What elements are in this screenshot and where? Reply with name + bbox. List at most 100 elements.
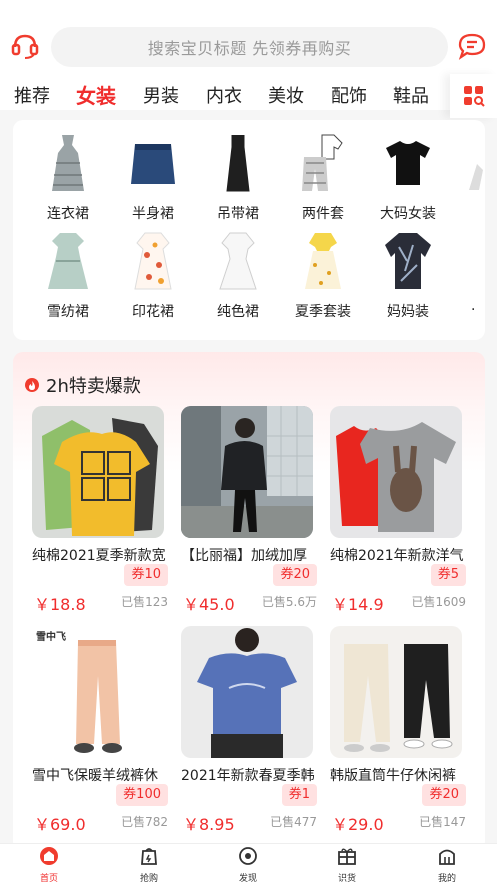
product-card[interactable]: 韩版直筒牛仔休闲裤 券20 ￥29.0 已售147 [330,626,466,834]
product-image[interactable] [32,406,164,538]
sold-count: 已售5.6万 [261,595,317,609]
category-grid-button[interactable] [450,74,497,118]
subcategory-label: 纯色裙 [217,304,259,320]
coupon-badge[interactable]: 券1 [281,784,317,806]
customer-service-icon[interactable] [10,31,40,61]
nav-discover[interactable]: 发现 [218,847,278,883]
nav-label: 抢购 [139,874,158,883]
coupon-badge[interactable]: 券5 [430,564,466,586]
subcategory-item[interactable]: 夏季套装 [283,230,363,321]
two-piece-icon [302,134,343,191]
gift-icon [338,848,356,865]
solid-dress-icon [219,232,257,290]
product-title: 雪中飞保暖羊绒裤休 [32,768,158,784]
subcategory-item[interactable]: 吊带裙 [198,132,278,223]
tab-mens[interactable]: 男装 [143,82,179,108]
product-card[interactable]: 纯棉2021年新款洋气 券5 ￥14.9 已售1609 [330,406,466,614]
product-card[interactable]: 2021年新款春夏季韩 券1 ￥8.95 已售477 [181,626,317,834]
nav-profile[interactable]: 我的 [417,847,477,883]
product-title: 韩版直筒牛仔休闲裤 [330,768,456,784]
print-dress-icon [134,232,172,290]
summer-set-icon [305,233,341,289]
partial-item-marker: · [471,302,476,318]
flash-sale-header: 2h特卖爆款 [25,372,141,398]
product-title: 2021年新款春夏季韩 [181,768,315,784]
nav-label: 我的 [437,874,456,883]
sold-count: 已售477 [270,815,317,829]
flash-sale-title: 2h特卖爆款 [46,376,141,397]
bottom-nav: 首页 抢购 发现 识货 我的 [0,843,497,883]
sold-count: 已售782 [121,815,168,829]
subcategory-label: 半身裙 [132,206,174,222]
subcategory-item[interactable]: 雪纺裙 [28,230,108,321]
search-placeholder: 搜索宝贝标题 先领券再购买 [147,39,352,58]
subcategory-label: 妈妈装 [387,304,429,320]
tab-shoes[interactable]: 鞋品 [393,82,429,108]
partial-item-icon [469,164,483,190]
product-image[interactable] [181,406,313,538]
chiffon-dress-icon [48,233,88,289]
subcategory-item[interactable]: 两件套 [283,132,363,223]
subcategory-item[interactable]: 妈妈装 [368,230,448,321]
nav-label: 发现 [238,874,257,883]
product-price: ￥14.9 [332,595,384,614]
product-image[interactable] [330,406,462,538]
product-price: ￥18.8 [34,595,86,614]
subcategory-label: 连衣裙 [47,206,89,222]
nav-shihuo[interactable]: 识货 [317,847,377,883]
coupon-badge[interactable]: 券100 [116,784,168,806]
skirt-icon [131,144,175,184]
coupon-badge[interactable]: 券20 [273,564,317,586]
discover-icon [239,847,257,865]
product-card[interactable]: 【比丽福】加绒加厚 券20 ￥45.0 已售5.6万 [181,406,317,614]
nav-label: 首页 [39,874,58,883]
coupon-badge[interactable]: 券20 [422,784,466,806]
subcategory-label: 大码女装 [380,206,436,222]
brand-logo-text: 雪中飞 [36,632,66,643]
tab-underwear[interactable]: 内衣 [206,82,242,108]
tab-accessories[interactable]: 配饰 [331,82,367,108]
tshirt-icon [386,141,430,185]
subcategory-panel: 连衣裙 半身裙 吊带裙 两件套 大码女装 雪纺裙 印花裙 纯色裙 夏季套装 妈妈… [13,120,485,340]
category-tabs: 推荐 女装 男装 内衣 美妆 配饰 鞋品 [0,74,497,118]
subcategory-item[interactable]: 半身裙 [113,132,193,223]
product-image[interactable]: 雪中飞 [32,626,164,758]
nav-home[interactable]: 首页 [19,847,79,883]
nav-flash-buy[interactable]: 抢购 [119,847,179,883]
mom-wear-icon [385,233,431,289]
product-price: ￥69.0 [34,815,86,834]
status-time: 4:51 [464,2,489,15]
product-card[interactable]: 纯棉2021夏季新款宽 券10 ￥18.8 已售123 [32,406,168,614]
product-price: ￥45.0 [183,595,235,614]
subcategory-label: 雪纺裙 [47,304,89,320]
subcategory-label: 吊带裙 [217,206,259,222]
home-icon [40,847,58,865]
flash-buy-icon [141,848,157,865]
tab-womens[interactable]: 女装 [76,80,116,109]
coupon-badge[interactable]: 券10 [124,564,168,586]
slip-dress-icon [226,135,250,192]
product-card[interactable]: 雪中飞 雪中飞保暖羊绒裤休 券100 ￥69.0 已售782 [32,626,168,834]
subcategory-item[interactable]: 大码女装 [368,132,448,223]
battery-icon [452,3,461,14]
product-title: 纯棉2021年新款洋气 [330,548,464,564]
subcategory-item[interactable]: 印花裙 [113,230,193,321]
flash-sale-section: 2h特卖爆款 纯棉2021夏季新款宽 券10 ￥18.8 已售123 【比丽福】… [13,352,485,852]
product-price: ￥29.0 [332,815,384,834]
search-input[interactable]: 搜索宝贝标题 先领券再购买 [51,27,448,67]
subcategory-item[interactable]: 连衣裙 [28,132,108,223]
product-title: 纯棉2021夏季新款宽 [32,548,166,564]
profile-icon [439,849,455,865]
product-image[interactable] [181,626,313,758]
subcategory-item[interactable]: 纯色裙 [198,230,278,321]
product-price: ￥8.95 [183,815,235,834]
subcategory-label: 印花裙 [132,304,174,320]
sold-count: 已售123 [121,595,168,609]
product-image[interactable] [330,626,462,758]
status-bar: 4:51 [0,0,497,18]
message-icon[interactable] [457,31,487,61]
fire-icon [25,378,39,392]
sold-count: 已售1609 [411,595,466,609]
tab-recommend[interactable]: 推荐 [14,82,50,108]
tab-beauty[interactable]: 美妆 [268,82,304,108]
